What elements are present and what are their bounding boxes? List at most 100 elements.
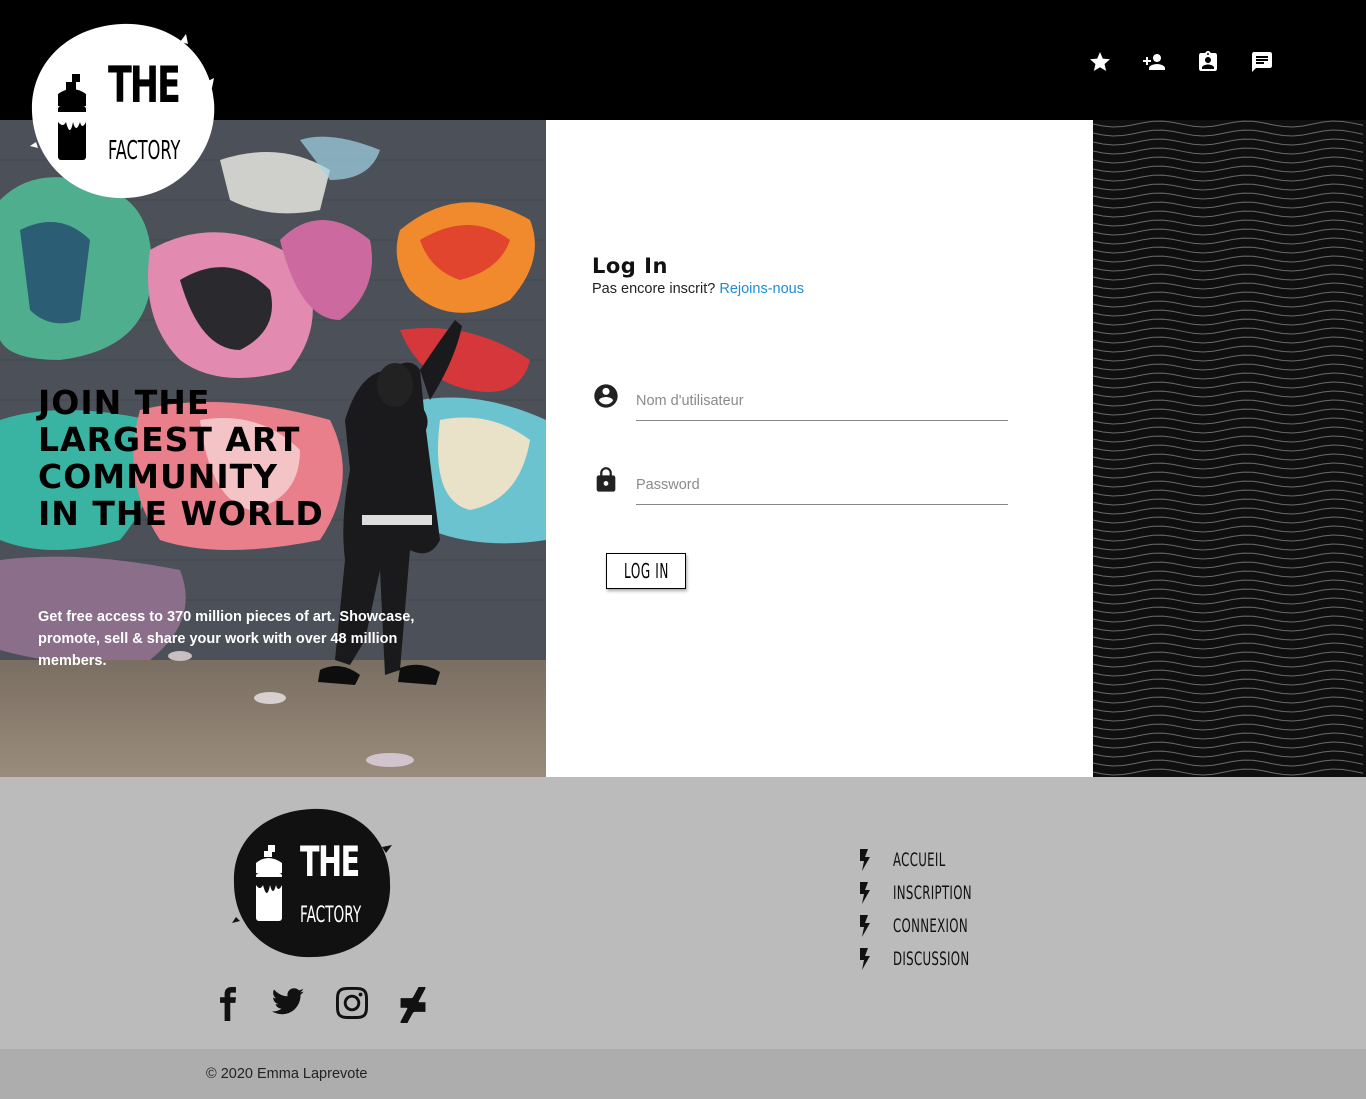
footer-nav-connexion[interactable]: CONNEXION	[858, 909, 1020, 942]
wave-line	[1093, 516, 1364, 524]
bolt-icon	[860, 881, 870, 904]
wave-line	[1093, 606, 1364, 614]
logo-factory: FACTORY	[108, 136, 181, 166]
wave-line	[1093, 219, 1364, 227]
header-nav	[1088, 48, 1274, 76]
bolt-icon	[860, 914, 870, 937]
site-footer: THE FACTORY ACCUEIL INSCRIPTION CONNEXIO…	[0, 777, 1366, 1049]
wave-line	[1093, 309, 1364, 317]
wave-line	[1093, 147, 1364, 155]
deviantart-icon[interactable]	[400, 987, 426, 1023]
logo-the: THE	[108, 56, 181, 114]
footer-nav-label: ACCUEIL	[893, 848, 946, 871]
wave-line	[1093, 381, 1364, 389]
wave-line	[1093, 561, 1364, 569]
wave-line	[1093, 525, 1364, 533]
wave-line	[1093, 300, 1364, 308]
wave-line	[1093, 255, 1364, 263]
wave-line	[1093, 552, 1364, 560]
wave-line	[1093, 372, 1364, 380]
person-add-icon[interactable]	[1142, 48, 1166, 76]
hero-heading: JOIN THE LARGEST ART COMMUNITY IN THE WO…	[38, 383, 324, 533]
footer-nav-discussion[interactable]: DISCUSSION	[858, 942, 1020, 975]
wave-line	[1093, 453, 1364, 461]
footer-logo-factory: FACTORY	[300, 903, 362, 928]
login-button[interactable]: LOG IN	[606, 553, 686, 589]
wave-line	[1093, 399, 1364, 407]
wave-line	[1093, 498, 1364, 506]
footer-nav: ACCUEIL INSCRIPTION CONNEXION DISCUSSION	[858, 843, 1020, 975]
wave-line	[1093, 291, 1364, 299]
chat-icon[interactable]	[1250, 48, 1274, 76]
wave-line	[1093, 750, 1364, 758]
wave-line	[1093, 210, 1364, 218]
wave-line	[1093, 705, 1364, 713]
star-icon[interactable]	[1088, 48, 1112, 76]
wave-line	[1093, 183, 1364, 191]
footer-nav-label: DISCUSSION	[893, 947, 970, 970]
wave-line	[1093, 579, 1364, 587]
login-title: Log In	[592, 254, 668, 278]
wave-line	[1093, 156, 1364, 164]
wave-line	[1093, 273, 1364, 281]
wave-line	[1093, 390, 1364, 398]
wave-line	[1093, 129, 1364, 137]
copyright-bar: © 2020 Emma Laprevote	[0, 1049, 1366, 1099]
facebook-icon[interactable]	[214, 987, 246, 1023]
wave-line	[1093, 660, 1364, 668]
wave-line	[1093, 237, 1364, 245]
wave-line	[1093, 138, 1364, 146]
wave-line	[1093, 201, 1364, 209]
wave-line	[1093, 426, 1364, 434]
wave-pattern-panel	[1093, 120, 1366, 777]
wave-line	[1093, 174, 1364, 182]
footer-nav-label: CONNEXION	[893, 914, 968, 937]
hero-image-panel: JOIN THE LARGEST ART COMMUNITY IN THE WO…	[0, 120, 546, 777]
footer-nav-accueil[interactable]: ACCUEIL	[858, 843, 1020, 876]
instagram-icon[interactable]	[336, 987, 368, 1023]
username-input[interactable]	[636, 381, 1008, 421]
wave-line	[1093, 669, 1364, 677]
copyright-text: © 2020 Emma Laprevote	[206, 1066, 368, 1082]
wave-line	[1093, 165, 1364, 173]
wave-line	[1093, 282, 1364, 290]
password-input[interactable]	[636, 465, 1008, 505]
wave-line	[1093, 345, 1364, 353]
account-circle-icon	[592, 382, 620, 410]
wave-line	[1093, 543, 1364, 551]
wave-line	[1093, 624, 1364, 632]
join-link[interactable]: Rejoins-nous	[719, 281, 804, 297]
wave-line	[1093, 354, 1364, 362]
wave-line	[1093, 489, 1364, 497]
wave-line	[1093, 480, 1364, 488]
wave-line	[1093, 363, 1364, 371]
wave-line	[1093, 408, 1364, 416]
wave-line	[1093, 741, 1364, 749]
wave-line	[1093, 435, 1364, 443]
bolt-icon	[860, 947, 870, 970]
wave-line	[1093, 687, 1364, 695]
wave-line	[1093, 462, 1364, 470]
twitter-icon[interactable]	[270, 987, 306, 1023]
wave-line	[1093, 192, 1364, 200]
login-panel: Log In Pas encore inscrit? Rejoins-nous …	[546, 120, 1093, 777]
wave-line	[1093, 723, 1364, 731]
wave-line	[1093, 336, 1364, 344]
wave-line	[1093, 246, 1364, 254]
wave-line	[1093, 417, 1364, 425]
wave-line	[1093, 570, 1364, 578]
login-button-label: LOG IN	[623, 559, 669, 583]
bolt-icon	[860, 848, 870, 871]
wave-line	[1093, 597, 1364, 605]
site-logo[interactable]: THE FACTORY	[30, 22, 216, 200]
assignment-ind-icon[interactable]	[1196, 48, 1220, 76]
footer-nav-inscription[interactable]: INSCRIPTION	[858, 876, 1020, 909]
wave-line	[1093, 615, 1364, 623]
wave-line	[1093, 534, 1364, 542]
wave-line	[1093, 264, 1364, 272]
lock-icon	[592, 466, 620, 494]
wave-line	[1093, 120, 1364, 128]
hero-subtitle: Get free access to 370 million pieces of…	[38, 609, 415, 669]
signup-prompt: Pas encore inscrit? Rejoins-nous	[592, 281, 804, 297]
wave-line	[1093, 714, 1364, 722]
